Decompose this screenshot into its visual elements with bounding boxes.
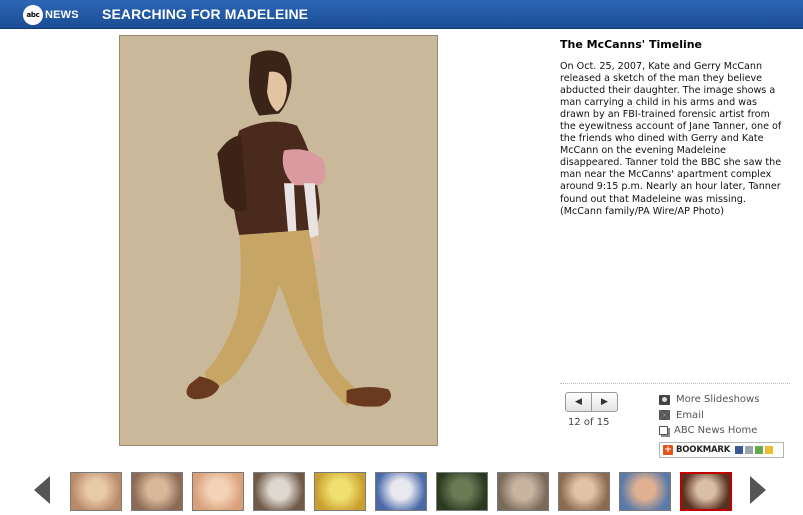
header-bar: abc NEWS SEARCHING FOR MADELEINE xyxy=(0,0,803,29)
delicious-icon xyxy=(735,446,744,454)
camera-icon xyxy=(659,394,670,405)
abc-news-home-label: ABC News Home xyxy=(674,425,758,437)
thumbnail-2[interactable] xyxy=(131,472,183,511)
caption-text: On Oct. 25, 2007, Kate and Gerry McCann … xyxy=(560,61,782,205)
thumbnail-7[interactable] xyxy=(436,472,488,511)
pages-icon xyxy=(659,426,668,436)
thumbnail-4[interactable] xyxy=(253,472,305,511)
thumbnail-next-arrow[interactable] xyxy=(750,476,766,504)
thumbnail-8[interactable] xyxy=(497,472,549,511)
favorites-icon xyxy=(765,446,774,454)
bookmark-button[interactable]: + BOOKMARK xyxy=(659,442,784,458)
thumbnail-1[interactable] xyxy=(70,472,122,511)
thumbnail-prev-arrow[interactable] xyxy=(34,476,50,504)
plus-icon: + xyxy=(663,445,673,455)
logo-text: NEWS xyxy=(45,8,79,21)
thumbnail-11[interactable] xyxy=(680,472,732,511)
digg-icon xyxy=(745,446,754,454)
slide-nav-buttons: ◀ ▶ xyxy=(565,392,618,412)
caption-title: The McCanns' Timeline xyxy=(560,38,703,51)
sketch-drawing xyxy=(120,36,437,445)
social-icons xyxy=(735,446,774,454)
controls-divider xyxy=(560,383,790,384)
thumbnail-10[interactable] xyxy=(619,472,671,511)
email-link[interactable]: Email xyxy=(659,408,759,424)
more-slideshows-label: More Slideshows xyxy=(676,394,760,406)
thumbnail-9[interactable] xyxy=(558,472,610,511)
envelope-icon xyxy=(659,410,670,421)
caption-body: On Oct. 25, 2007, Kate and Gerry McCann … xyxy=(560,61,788,218)
next-slide-button[interactable]: ▶ xyxy=(591,393,617,411)
slideshow-links: More Slideshows Email ABC News Home xyxy=(659,392,759,439)
slide-counter: 12 of 15 xyxy=(568,417,610,428)
share-icon xyxy=(755,446,764,454)
email-label: Email xyxy=(676,409,704,421)
previous-slide-button[interactable]: ◀ xyxy=(566,393,591,411)
more-slideshows-link[interactable]: More Slideshows xyxy=(659,392,759,408)
photo-credit: (McCann family/PA Wire/AP Photo) xyxy=(560,205,725,217)
abc-news-home-link[interactable]: ABC News Home xyxy=(659,423,759,439)
thumbnail-6[interactable] xyxy=(375,472,427,511)
page-title: SEARCHING FOR MADELEINE xyxy=(102,6,309,22)
thumbnail-3[interactable] xyxy=(192,472,244,511)
thumbnail-5[interactable] xyxy=(314,472,366,511)
abc-news-logo[interactable]: abc NEWS xyxy=(23,4,79,25)
bookmark-label: BOOKMARK xyxy=(676,445,731,455)
abc-logo-ball: abc xyxy=(23,4,43,25)
slideshow-image xyxy=(119,35,438,446)
